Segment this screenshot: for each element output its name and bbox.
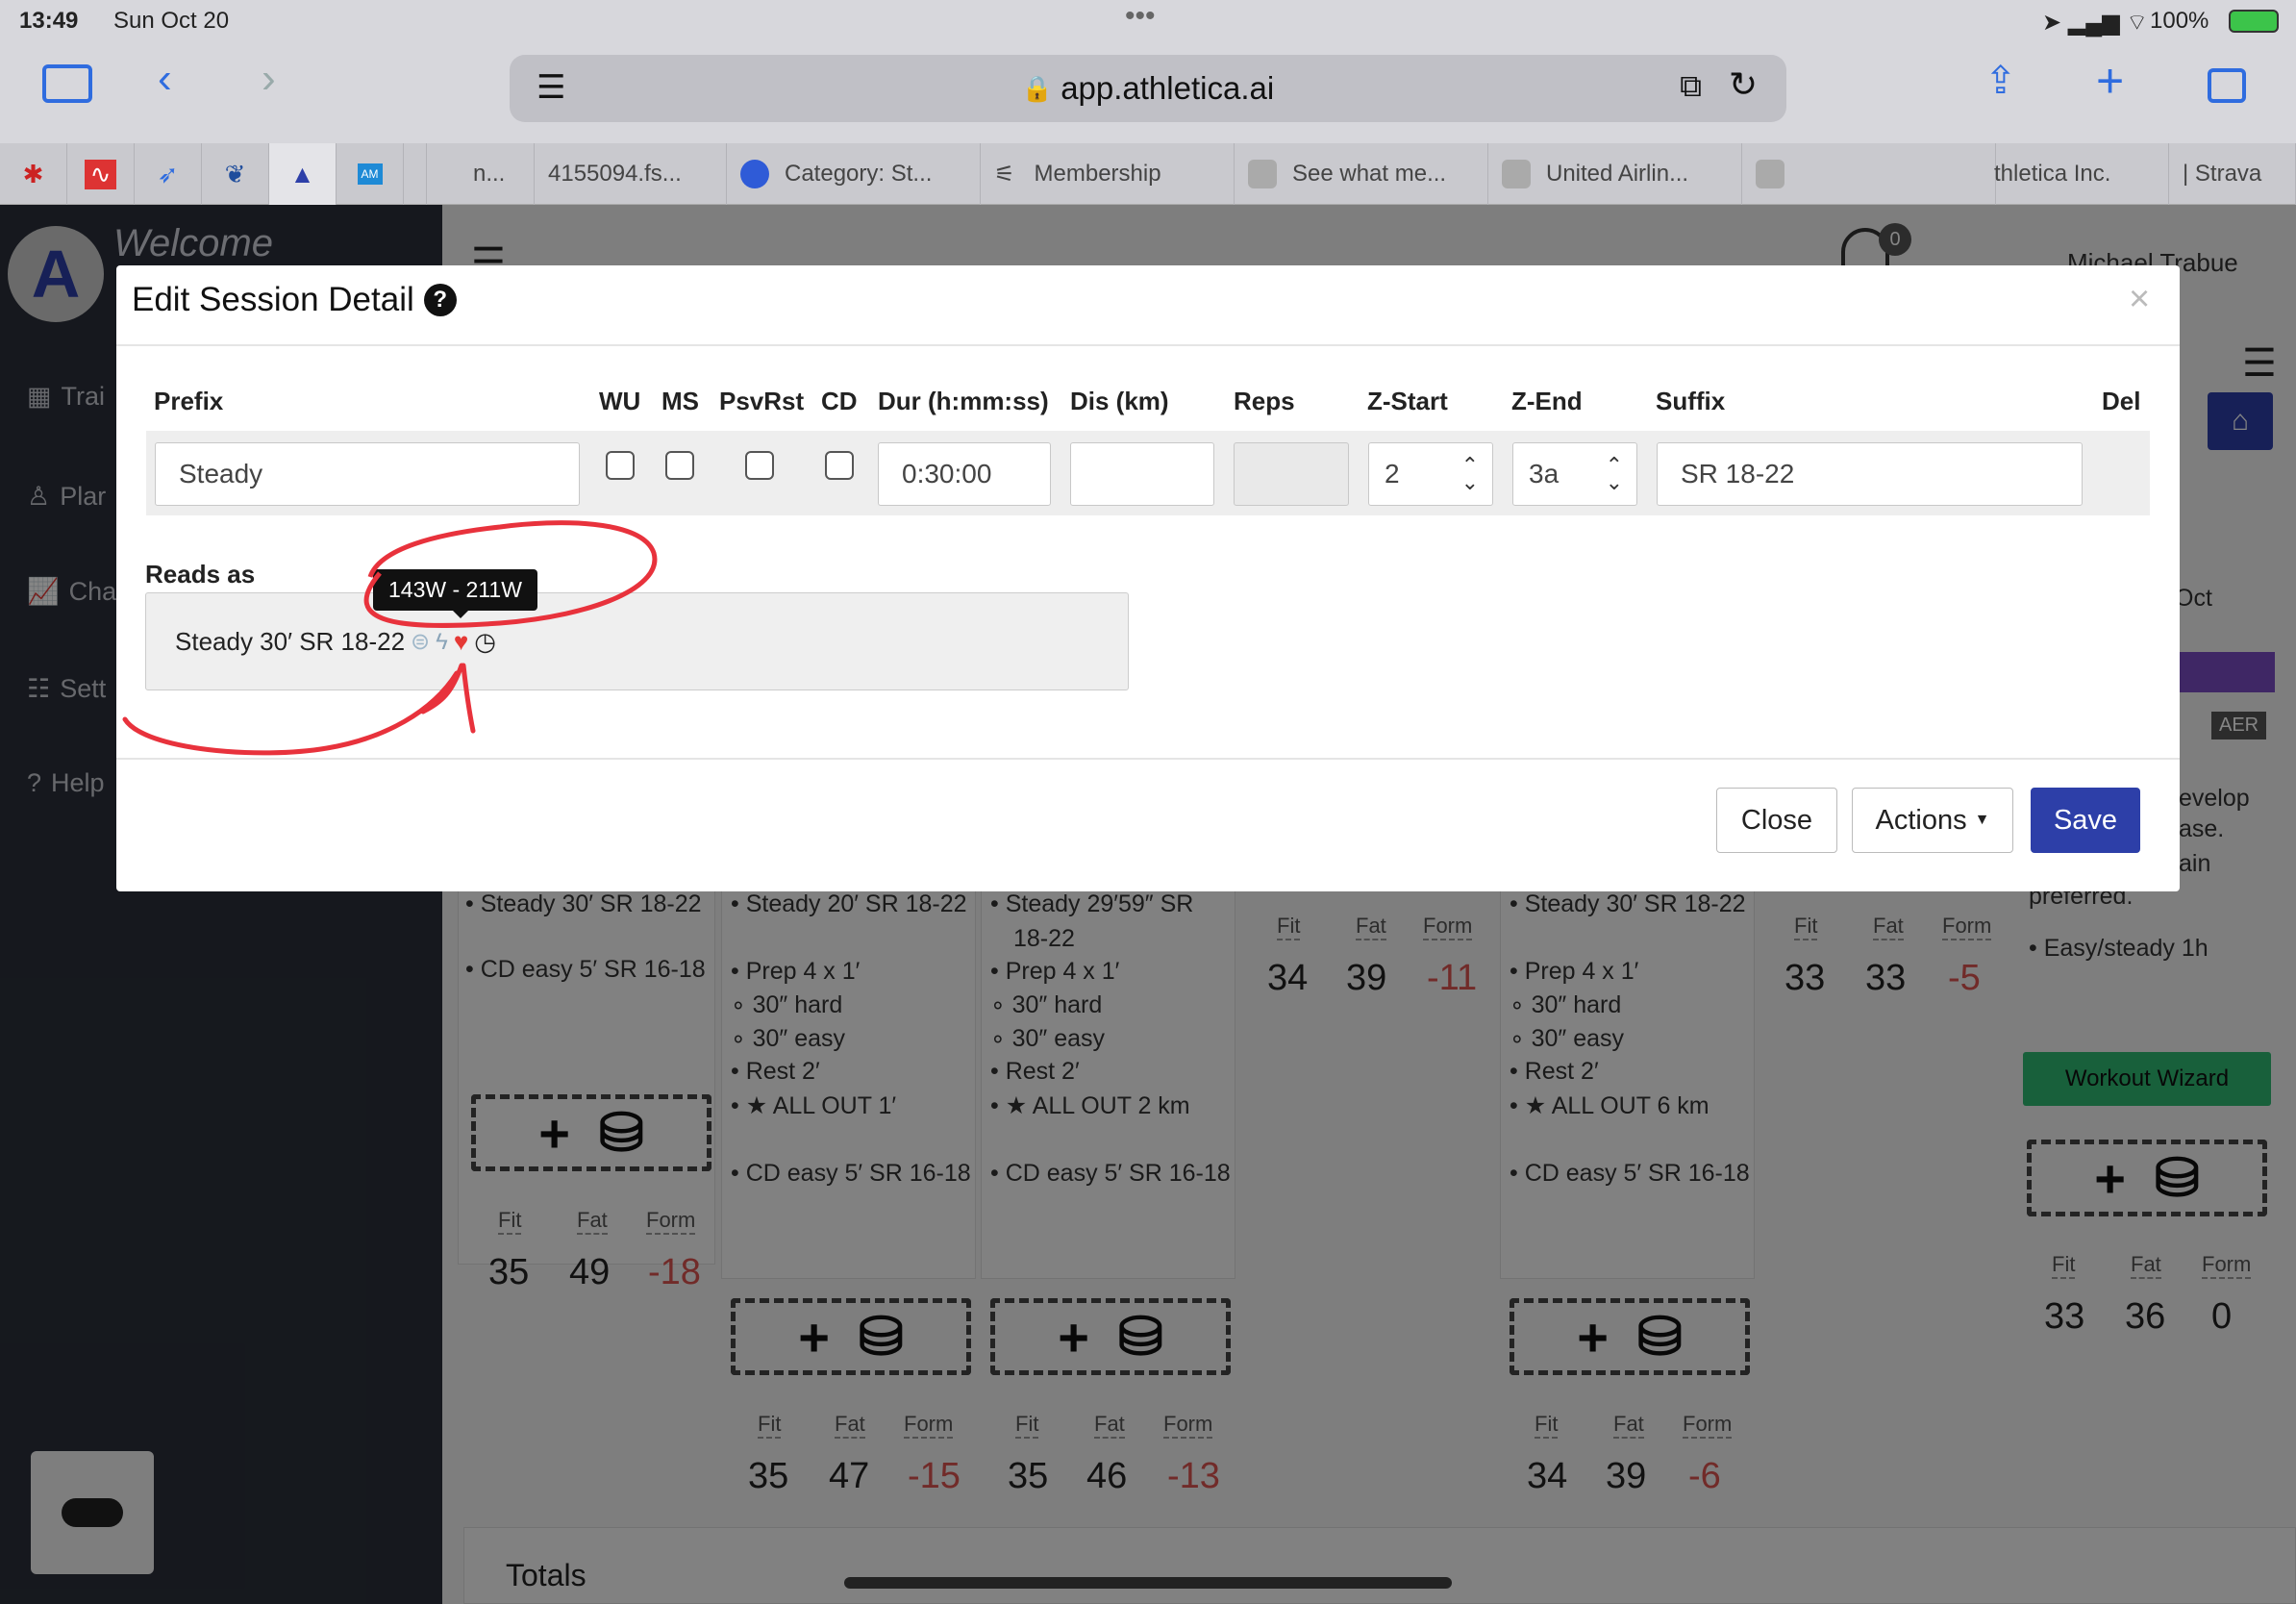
annotation-arrow <box>122 663 476 756</box>
annotation-circle <box>363 520 658 628</box>
annotation-overlay <box>122 520 658 756</box>
